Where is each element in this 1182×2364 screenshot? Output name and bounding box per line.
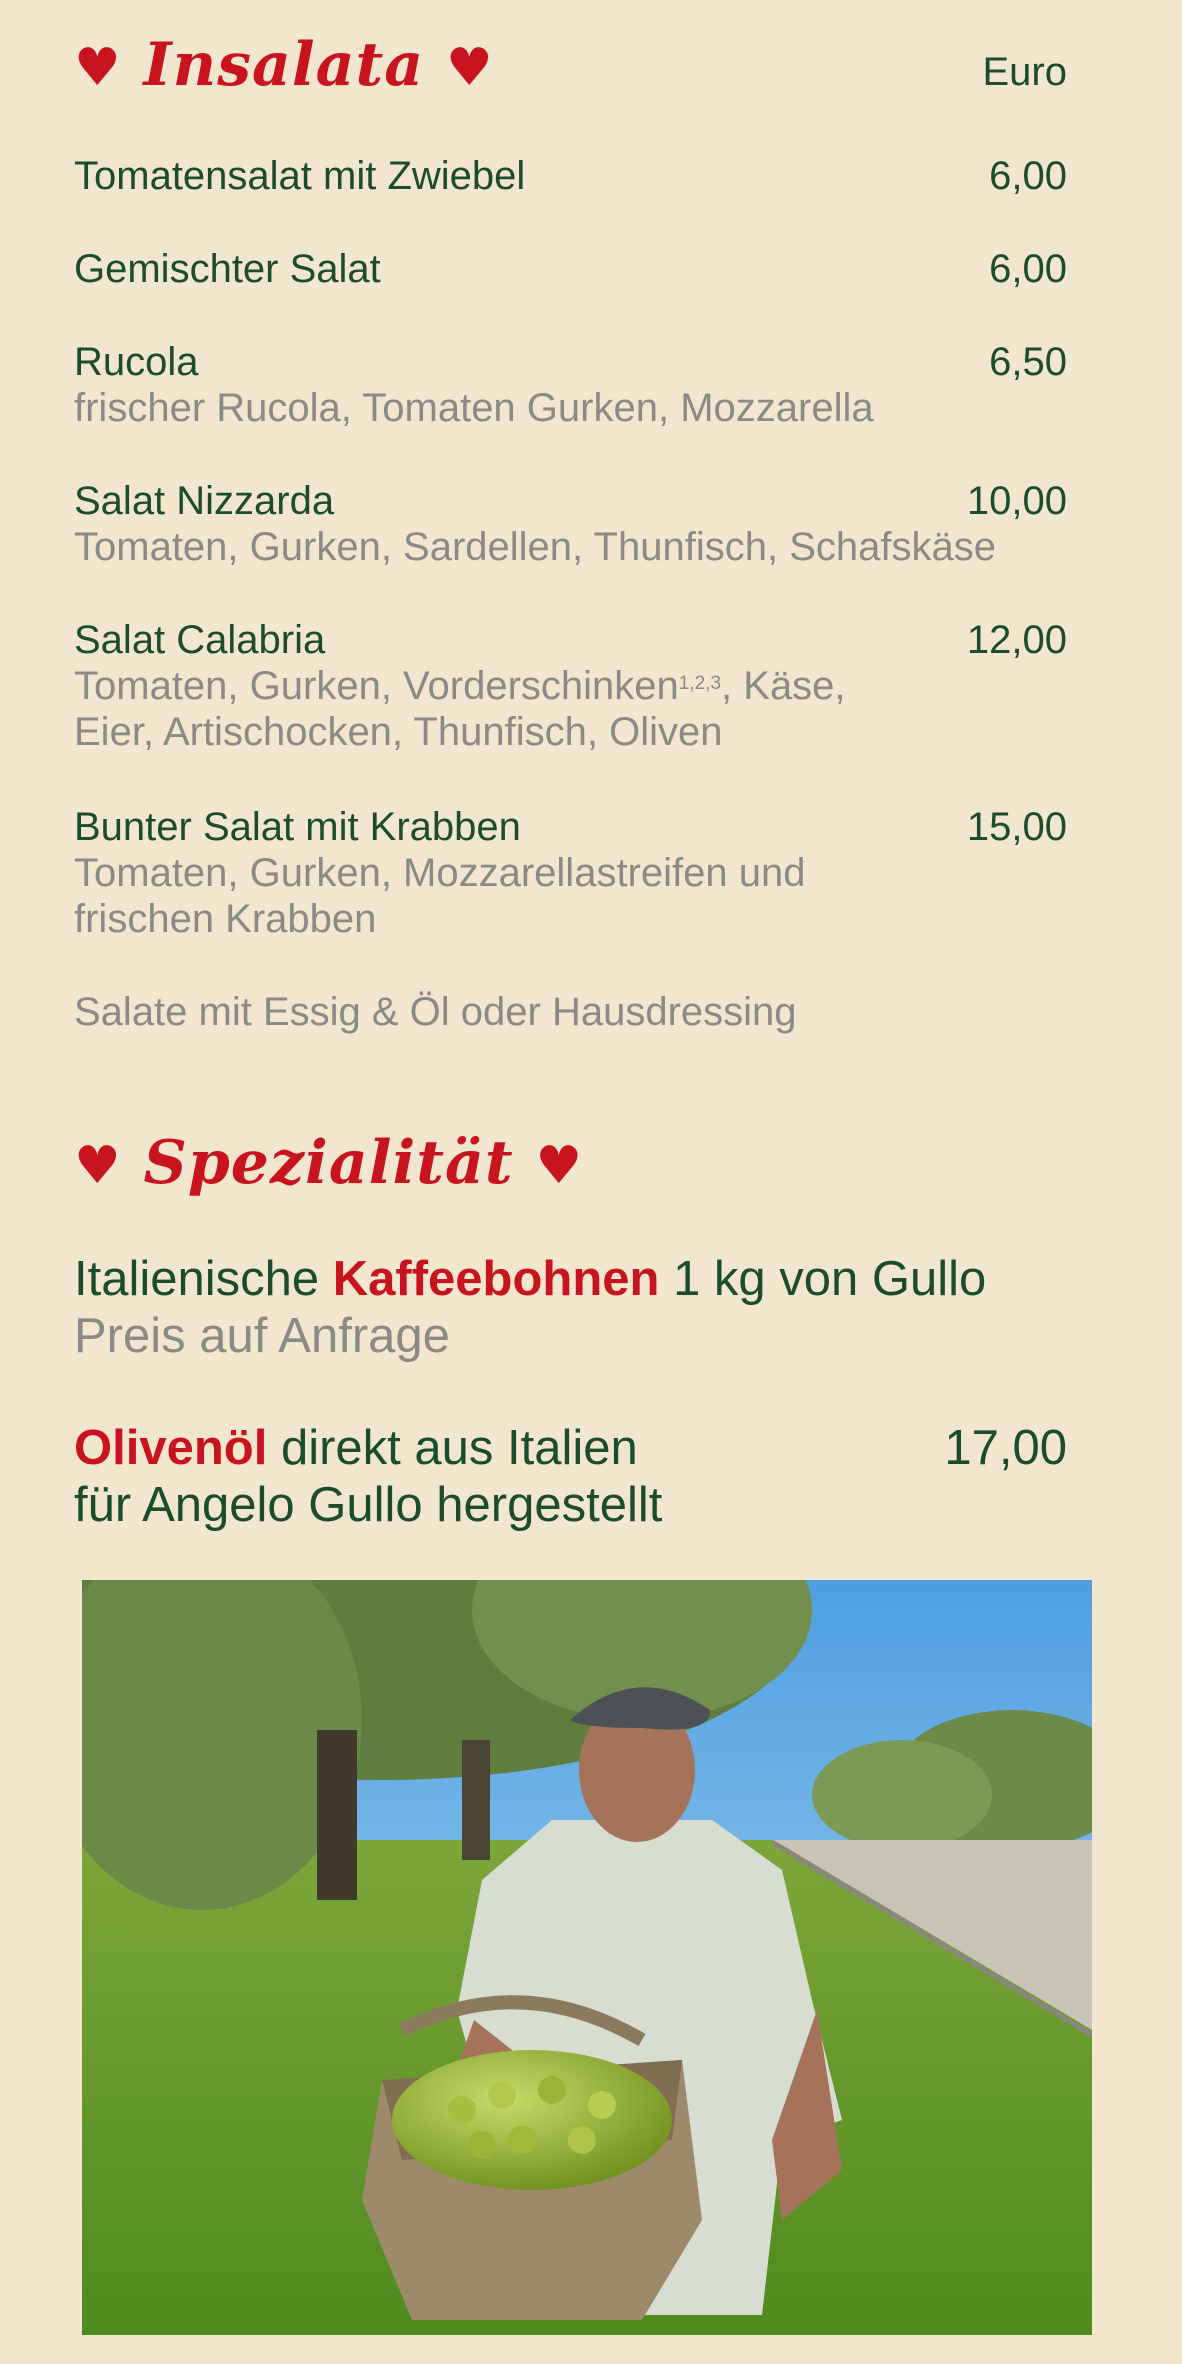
spezialitaet-title: ♥ Spezialität ♥ xyxy=(74,1128,583,1198)
item-price: 12,00 xyxy=(966,618,1067,662)
coffee-price-note: Preis auf Anfrage xyxy=(74,1309,450,1363)
olive-harvest-photo xyxy=(82,1580,1092,2335)
dressing-note: Salate mit Essig & Öl oder Hausdressing xyxy=(74,990,797,1034)
currency-label: Euro xyxy=(982,50,1068,94)
item-name: Rucola xyxy=(74,340,199,384)
oil-line: Olivenöl direkt aus Italien xyxy=(74,1420,638,1477)
item-price: 15,00 xyxy=(966,805,1067,849)
oil-highlight: Olivenöl xyxy=(74,1421,268,1475)
item-description: Tomaten, Gurken, Sardellen, Thunfisch, S… xyxy=(74,525,996,569)
item-description: frischen Krabben xyxy=(74,897,377,941)
item-name: Salat Nizzarda xyxy=(74,479,335,523)
item-price: 10,00 xyxy=(966,479,1067,523)
coffee-highlight: Kaffeebohnen xyxy=(332,1252,660,1306)
menu-item: Salat Calabria 12,00 Tomaten, Gurken, Vo… xyxy=(74,617,1067,755)
olive-harvest-illustration xyxy=(82,1580,1092,2335)
coffee-line: Italienische Kaffeebohnen 1 kg von Gullo xyxy=(74,1251,1067,1308)
special-coffee: Italienische Kaffeebohnen 1 kg von Gullo… xyxy=(74,1251,1067,1365)
item-description: Tomaten, Gurken, Mozzarellastreifen und xyxy=(74,851,806,895)
item-name: Bunter Salat mit Krabben xyxy=(74,805,521,849)
special-oil: Olivenöl direkt aus Italien 17,00 für An… xyxy=(74,1420,1067,1534)
insalata-title-text: Insalata xyxy=(143,30,425,100)
item-description: frischer Rucola, Tomaten Gurken, Mozzare… xyxy=(74,386,874,430)
item-price: 6,50 xyxy=(989,340,1067,384)
item-description: Eier, Artischocken, Thunfisch, Oliven xyxy=(74,710,723,754)
heart-icon: ♥ xyxy=(74,1136,122,1196)
item-price: 6,00 xyxy=(989,247,1067,291)
coffee-pre: Italienische xyxy=(74,1252,333,1306)
heart-icon: ♥ xyxy=(535,1136,584,1196)
oil-post: direkt aus Italien xyxy=(267,1421,638,1475)
spezialitaet-title-text: Spezialität xyxy=(143,1128,514,1198)
insalata-title: ♥ Insalata ♥ xyxy=(74,30,494,100)
oil-sub: für Angelo Gullo hergestellt xyxy=(74,1478,663,1532)
coffee-post: 1 kg von Gullo xyxy=(659,1252,987,1306)
item-name: Tomatensalat mit Zwiebel xyxy=(74,154,526,198)
heart-icon: ♥ xyxy=(446,38,494,98)
menu-item: Rucola 6,50 frischer Rucola, Tomaten Gur… xyxy=(74,339,1067,431)
item-description-part: , Käse, xyxy=(721,664,846,708)
menu-item: Tomatensalat mit Zwiebel 6,00 xyxy=(74,153,1067,199)
item-name: Gemischter Salat xyxy=(74,247,381,291)
item-name: Salat Calabria xyxy=(74,618,326,662)
menu-item: Bunter Salat mit Krabben 15,00 Tomaten, … xyxy=(74,804,1067,942)
allergen-footnote: 1,2,3 xyxy=(678,673,722,694)
item-price: 6,00 xyxy=(989,154,1067,198)
oil-price: 17,00 xyxy=(944,1421,1067,1475)
menu-item: Gemischter Salat 6,00 xyxy=(74,246,1067,292)
heart-icon: ♥ xyxy=(74,38,122,98)
item-description: Tomaten, Gurken, Vorderschinken1,2,3, Kä… xyxy=(74,663,1067,709)
menu-item: Salat Nizzarda 10,00 Tomaten, Gurken, Sa… xyxy=(74,478,1067,570)
item-description-part: Tomaten, Gurken, Vorderschinken xyxy=(74,664,679,708)
